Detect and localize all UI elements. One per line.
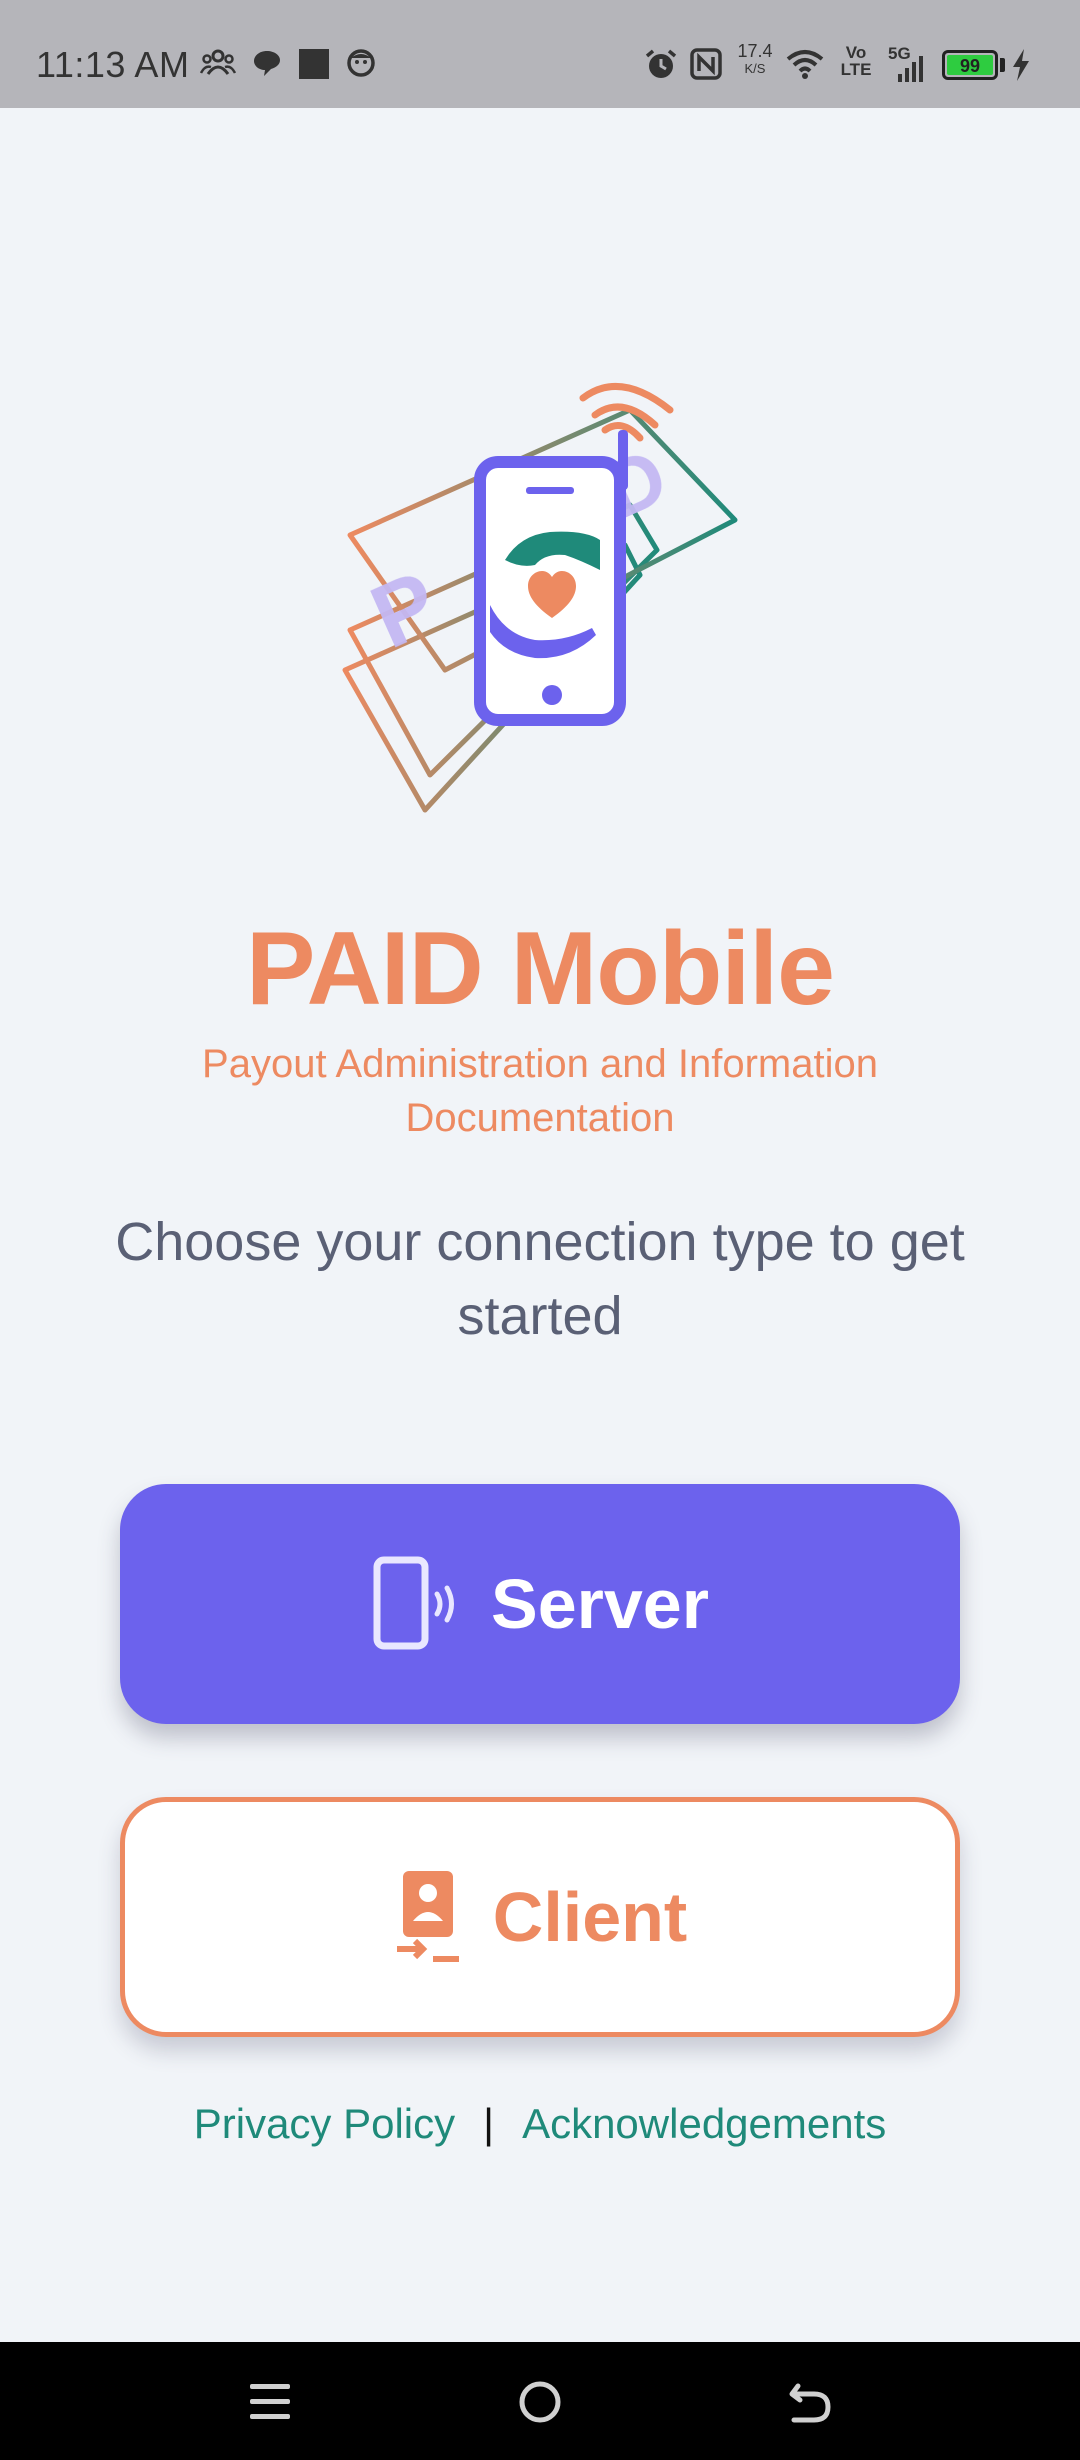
square-icon: [299, 49, 329, 79]
navigation-bar: [0, 2342, 1080, 2460]
client-button-label: Client: [492, 1878, 688, 1956]
footer-links: Privacy Policy | Acknowledgements: [0, 2100, 1080, 2148]
connection-type-prompt: Choose your connection type to get start…: [115, 1212, 965, 1346]
battery-tip: [1000, 58, 1005, 72]
alarm-icon: [645, 49, 677, 78]
phone-signal-icon: [373, 1556, 455, 1650]
client-button[interactable]: Client: [120, 1797, 960, 2037]
client-device-icon: [396, 1871, 459, 1962]
charging-bolt-icon: [1013, 49, 1029, 81]
group-icon: [200, 49, 236, 75]
acknowledgements-link[interactable]: Acknowledgements: [522, 2100, 886, 2147]
battery-indicator: 99: [942, 50, 998, 80]
app-title: PAID Mobile: [246, 911, 835, 1027]
app-subtitle: Payout Administration and Information Do…: [202, 1042, 878, 1140]
menu-icon[interactable]: [240, 2372, 300, 2432]
home-icon[interactable]: [510, 2372, 570, 2432]
nfc-icon: [690, 48, 722, 80]
volte-indicator: Vo LTE: [840, 43, 872, 79]
chat-bubble-icon: [254, 51, 280, 76]
status-time: 11:13 AM: [36, 44, 190, 85]
server-button[interactable]: Server: [120, 1484, 960, 1724]
privacy-policy-link[interactable]: Privacy Policy: [194, 2100, 455, 2147]
status-bar: 11:13 AM 17.4 K/S Vo LTE 5G 99: [0, 0, 1080, 108]
svg-text:P: P: [357, 552, 453, 668]
face-icon: [347, 49, 375, 77]
back-icon[interactable]: [780, 2372, 840, 2432]
paid-logo-icon: P D: [342, 383, 738, 813]
server-button-label: Server: [491, 1565, 709, 1643]
signal-icon: [898, 56, 923, 82]
battery-level: 99: [947, 55, 993, 76]
wifi-icon: [786, 50, 824, 79]
network-speed: 17.4 K/S: [737, 41, 773, 76]
link-separator: |: [483, 2100, 495, 2147]
